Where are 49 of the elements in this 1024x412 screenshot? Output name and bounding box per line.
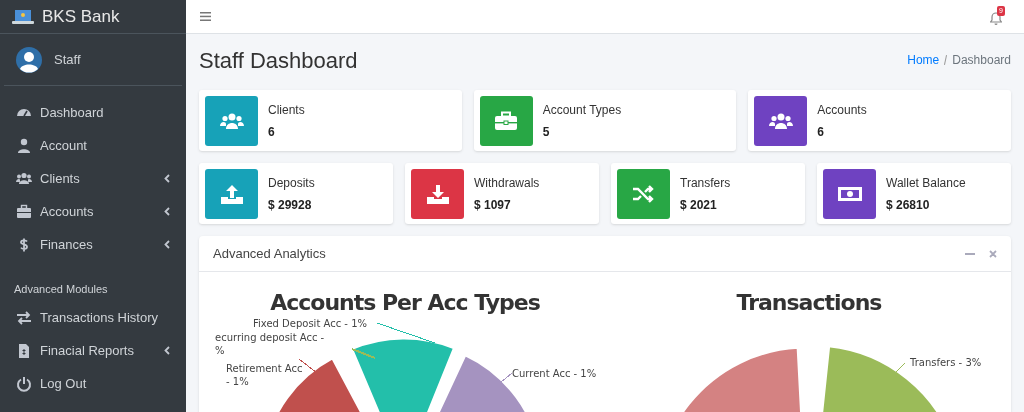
chart-title: Accounts Per Acc Types — [270, 290, 540, 315]
minimize-icon[interactable] — [965, 252, 975, 255]
sidebar-item[interactable]: Finacial Reports — [0, 334, 186, 367]
stat-label: Clients — [268, 101, 305, 119]
stat-label: Accounts — [817, 101, 867, 119]
stat-label: Withdrawals — [474, 174, 540, 192]
stat-value: $ 1097 — [474, 196, 512, 214]
stat-value: 6 — [817, 123, 825, 141]
exchange-icon — [16, 309, 32, 326]
sidebar-item[interactable]: Log Out — [0, 367, 186, 400]
stat-value: $ 26810 — [886, 196, 931, 214]
slice-label: Current Acc - 1% — [512, 368, 597, 379]
chart-title: Transactions — [736, 290, 882, 315]
sidebar-item[interactable]: Dashboard — [0, 96, 186, 129]
close-icon[interactable] — [989, 249, 997, 258]
leader-line — [376, 322, 436, 344]
page-title: Staff Dashboard — [199, 46, 358, 75]
power-icon — [16, 375, 32, 392]
report-icon — [16, 342, 32, 359]
sidebar-item[interactable]: Clients — [0, 162, 186, 195]
slice-label: Retirement Acc - 1% — [226, 363, 303, 387]
brand-name[interactable]: BKS Bank — [42, 3, 120, 30]
stat-label: Transfers — [680, 174, 731, 192]
laptop-icon — [12, 8, 34, 25]
stat-value: $ 29928 — [268, 196, 313, 214]
user-name[interactable]: Staff — [54, 49, 81, 70]
stat-value: 6 — [268, 123, 276, 141]
stat-label: Account Types — [542, 101, 622, 119]
breadcrumb-link[interactable]: Home — [907, 51, 940, 69]
sidebar-item[interactable]: Accounts — [0, 195, 186, 228]
bell-icon[interactable] — [990, 11, 1002, 25]
briefcase-icon — [16, 203, 32, 220]
breadcrumb-current: Dashboard — [952, 52, 1011, 69]
stat-label: Deposits — [268, 174, 315, 192]
users-icon — [16, 170, 32, 187]
sidebar-item[interactable]: Transactions History — [0, 301, 186, 334]
slice-label: Transfers - 3% — [910, 357, 982, 368]
stat-value: 5 — [542, 123, 551, 141]
sidebar-item[interactable]: Account — [0, 129, 186, 162]
stat-value: $ 2021 — [680, 196, 718, 214]
menu-icon[interactable] — [200, 12, 211, 21]
stat-label: Wallet Balance — [886, 174, 966, 192]
slice-label: ecurring deposit Acc - % — [215, 332, 325, 356]
avatar-icon — [16, 46, 42, 73]
sidebar-item[interactable]: Finances — [0, 228, 186, 261]
slice-label: Fixed Deposit Acc - 1% — [253, 318, 367, 329]
person-icon — [16, 137, 32, 154]
panel-title: Advanced Analytics — [213, 244, 326, 263]
section-header: Advanced Modules — [13, 281, 109, 297]
